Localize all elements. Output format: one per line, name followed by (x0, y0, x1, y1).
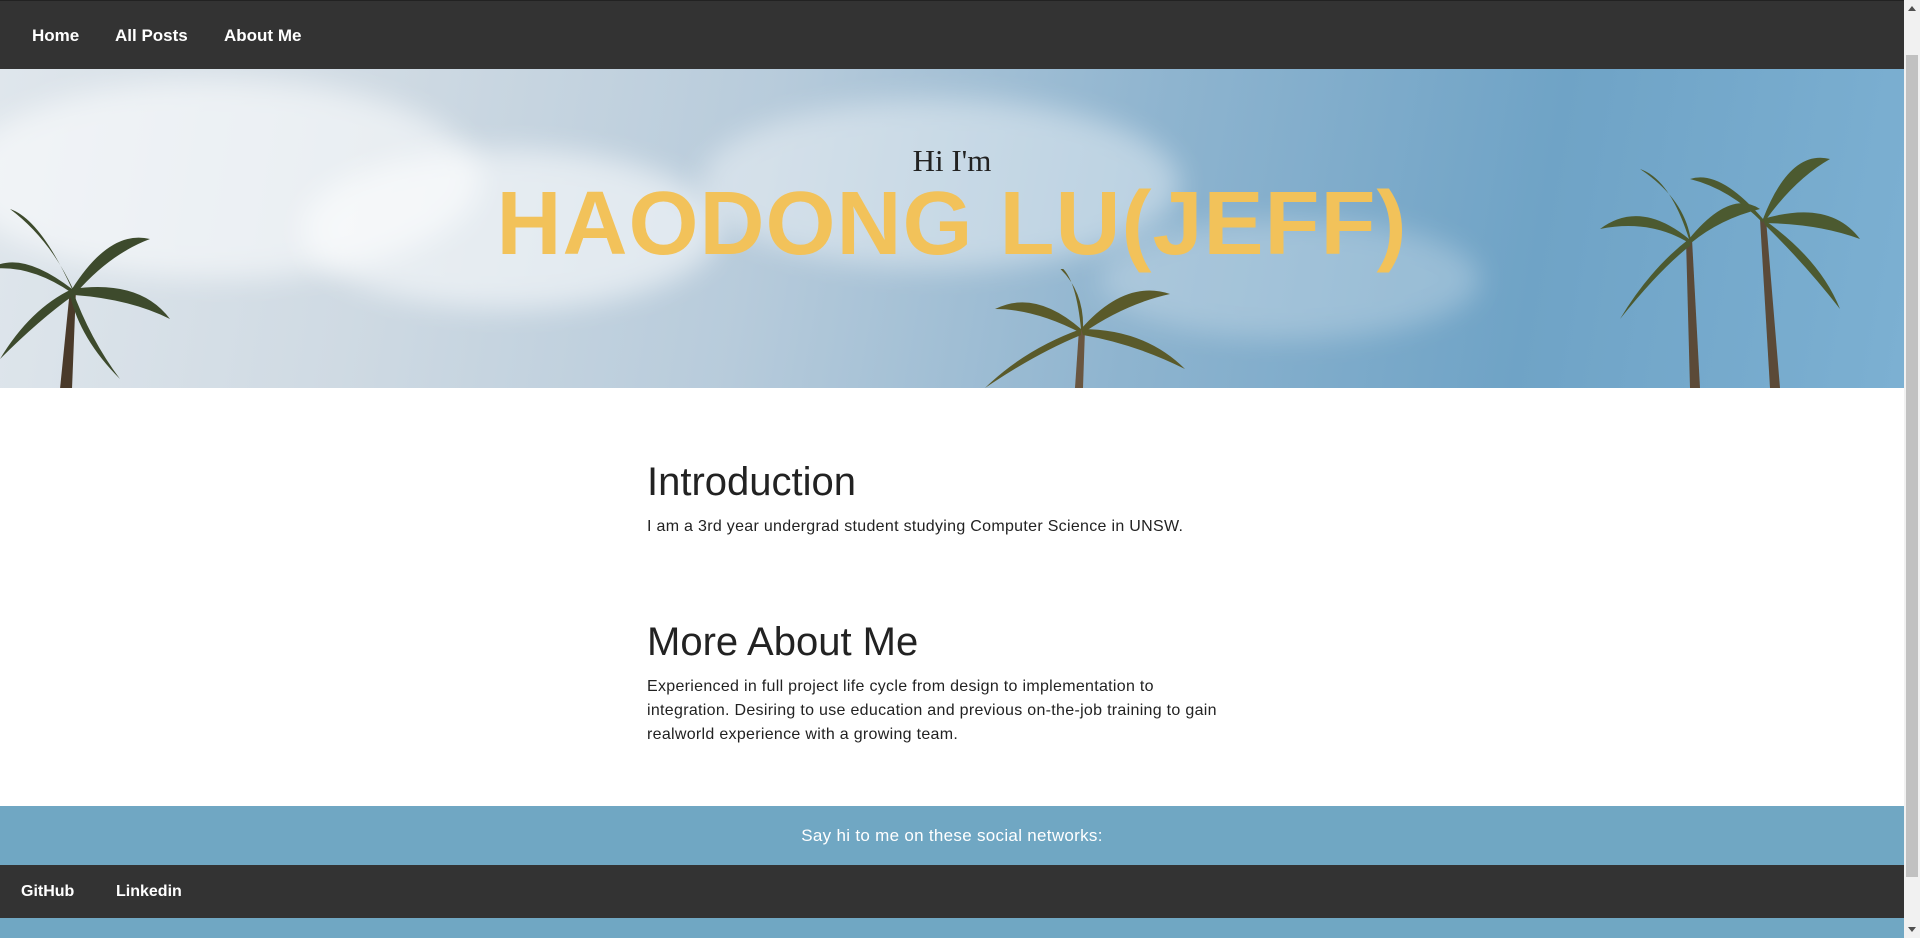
nav-about-me-link[interactable]: About Me (224, 26, 301, 46)
social-banner: Say hi to me on these social networks: (0, 806, 1904, 865)
nav-home-link[interactable]: Home (32, 26, 79, 46)
footer-navigation: GitHub Linkedin (0, 865, 1904, 918)
more-about-me-text: Experienced in full project life cycle f… (647, 678, 1217, 743)
hero-name-title: HAODONG LU(JEFF) (496, 174, 1408, 274)
vertical-scrollbar[interactable] (1904, 0, 1920, 938)
scrollbar-thumb[interactable] (1906, 55, 1918, 877)
palm-tree-center-image (985, 269, 1185, 388)
scroll-down-arrow-icon[interactable] (1908, 927, 1916, 932)
nav-all-posts-link[interactable]: All Posts (115, 26, 188, 46)
social-prompt-text: Say hi to me on these social networks: (801, 826, 1103, 845)
linkedin-link[interactable]: Linkedin (116, 883, 182, 901)
introduction-section: Introduction I am a 3rd year undergrad s… (647, 460, 1227, 539)
scroll-up-arrow-icon[interactable] (1908, 6, 1916, 11)
page: Home All Posts About Me Hi I'm HAODONG L… (0, 0, 1904, 938)
top-navigation: Home All Posts About Me (0, 0, 1904, 69)
more-about-me-heading: More About Me (647, 620, 919, 664)
footer-bottom-band (0, 918, 1904, 938)
introduction-heading: Introduction (647, 460, 857, 504)
more-about-me-section: More About Me Experienced in full projec… (647, 620, 1227, 747)
github-link[interactable]: GitHub (21, 883, 74, 901)
hero-banner: Hi I'm HAODONG LU(JEFF) (0, 69, 1904, 388)
introduction-text: I am a 3rd year undergrad student studyi… (647, 518, 1184, 535)
main-content: Introduction I am a 3rd year undergrad s… (647, 460, 1227, 743)
